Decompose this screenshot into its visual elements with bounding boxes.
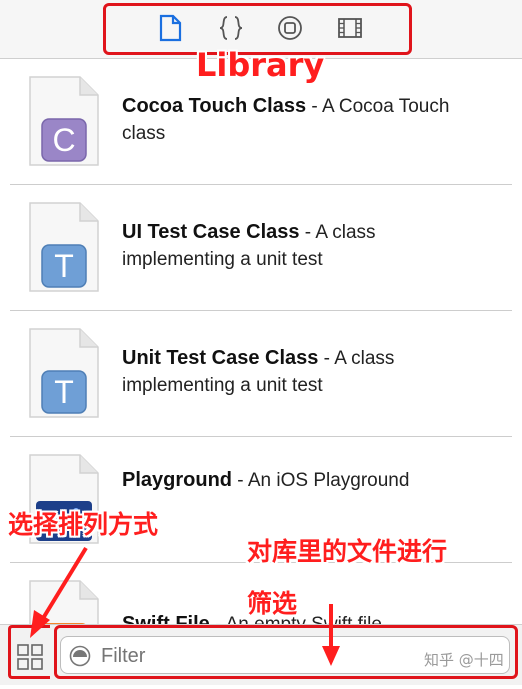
arrow-to-filter <box>322 604 340 666</box>
annotation-arrows <box>30 546 340 666</box>
arrow-to-grid <box>30 546 88 638</box>
